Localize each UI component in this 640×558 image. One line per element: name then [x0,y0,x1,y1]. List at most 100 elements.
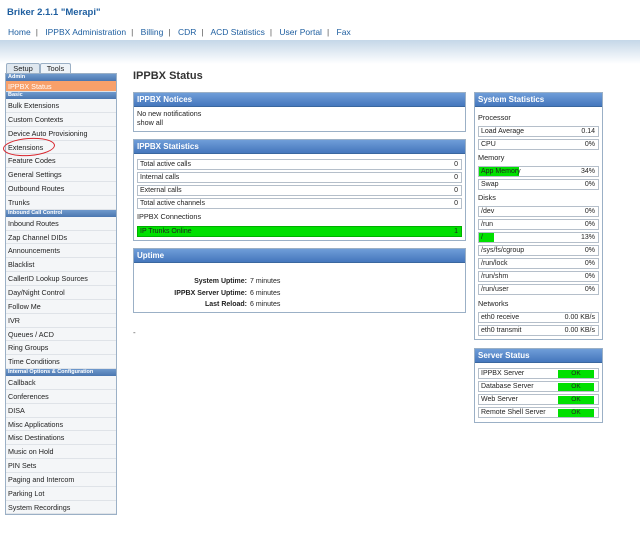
sidebar: Setup Tools Admin IPPBX Status Basic Bul… [2,63,117,516]
nav-ippbx-administration[interactable]: IPPBX Administration [45,27,126,37]
stat-row-total-active-channels: Total active channels 0 [137,198,462,209]
menu-item-announcements[interactable]: Announcements [6,244,116,259]
menu-item-device-auto-provisioning[interactable]: Device Auto Provisioning [6,126,116,141]
menu-item-ivr[interactable]: IVR [6,313,116,328]
uptime-label: Last Reload: [204,301,247,308]
tab-setup[interactable]: Setup [6,63,40,73]
stat-label: /sys/fs/cgroup [481,247,525,254]
menu-item-blacklist[interactable]: Blacklist [6,258,116,273]
stat-row-disk-dev: /dev 0% [478,206,599,217]
nav-cdr[interactable]: CDR [178,27,196,37]
menu-item-misc-destinations[interactable]: Misc Destinations [6,431,116,446]
menu-item-callback[interactable]: Callback [6,376,116,390]
stat-row-disk-root: / 13% [478,232,599,243]
menu-item-callerid-lookup-sources[interactable]: CallerID Lookup Sources [6,272,116,286]
stat-label: eth0 receive [481,314,520,321]
stat-value: 1 [454,228,458,235]
server-status-panel: Server Status IPPBX Server OK Database Se… [474,348,603,423]
stat-value: 0% [584,181,595,188]
menu-item-trunks[interactable]: Trunks [6,195,116,210]
server-row-web: Web Server OK [478,394,599,405]
menu-section-header: Inbound Call Control [6,209,116,217]
status-badge: OK [558,370,594,378]
menu-item-system-recordings[interactable]: System Recordings [6,500,116,515]
sidebar-menu: Admin IPPBX Status Basic Bulk Extensions… [2,73,117,516]
stat-row-swap: Swap 0% [478,179,599,190]
stat-label: Total active calls [140,161,191,168]
menu-item-bulk-extensions[interactable]: Bulk Extensions [6,99,116,113]
menu-item-music-on-hold[interactable]: Music on Hold [6,445,116,460]
stat-value: 34% [580,168,595,175]
menu-section-header: Basic [6,92,116,99]
memory-label: Memory [478,153,505,162]
menu-item-time-conditions[interactable]: Time Conditions [6,355,116,370]
system-statistics-panel: System Statistics Processor Load Average… [474,92,603,340]
server-row-ippbx: IPPBX Server OK [478,368,599,379]
stat-row-ip-trunks-online: IP Trunks Online 1 [137,226,462,237]
nav-separator: | [201,27,204,37]
app-title: Briker 2.1.1 "Merapi" [7,7,101,18]
menu-item-queues-acd[interactable]: Queues / ACD [6,327,116,342]
show-all-link[interactable]: show all [137,118,462,128]
menu-item-conferences[interactable]: Conferences [6,389,116,404]
nav-acd-statistics[interactable]: ACD Statistics [211,27,265,37]
menu-item-follow-me[interactable]: Follow Me [6,299,116,314]
menu-section-header: Internal Options & Configuration [6,369,116,377]
uptime-label: System Uptime: [194,278,247,285]
menu-item-parking-lot[interactable]: Parking Lot [6,486,116,501]
menu-item-paging-and-intercom[interactable]: Paging and Intercom [6,472,116,487]
menu-item-feature-codes[interactable]: Feature Codes [6,154,116,169]
server-row-remote-shell: Remote Shell Server OK [478,407,599,418]
nav-separator: | [131,27,134,37]
menu-item-ring-groups[interactable]: Ring Groups [6,341,116,356]
processor-label: Processor [478,113,511,122]
stat-row-eth0-transmit: eth0 transmit 0.00 KB/s [478,325,599,336]
menu-item-misc-applications[interactable]: Misc Applications [6,417,116,432]
nav-separator: | [326,27,330,37]
sidebar-tabs: Setup Tools [5,63,117,73]
stat-label: /dev [481,208,495,215]
stat-label: Total active channels [140,200,205,207]
stat-row-external-calls: External calls 0 [137,185,462,196]
menu-item-zap-channel-dids[interactable]: Zap Channel DIDs [6,230,116,245]
menu-item-pin-sets[interactable]: PIN Sets [6,459,116,473]
stat-row-app-memory: App Memory 34% [478,166,599,177]
ippbx-connections-label: IPPBX Connections [137,212,202,221]
menu-item-extensions[interactable]: Extensions [2,135,116,158]
stat-row-disk-run-user: /run/user 0% [478,284,599,295]
nav-billing[interactable]: Billing [141,27,164,37]
stat-label: /run/shm [481,273,509,280]
stat-row-disk-run: /run 0% [478,219,599,230]
stat-label: Swap [481,181,499,188]
nav-fax[interactable]: Fax [337,27,351,37]
stat-label: IP Trunks Online [140,228,192,235]
stat-value: 0% [584,286,595,293]
server-label: IPPBX Server [481,370,525,377]
stat-label: /run [481,221,494,228]
stat-label: CPU [481,141,496,148]
tab-tools[interactable]: Tools [40,63,71,73]
stat-value: 0.00 KB/s [564,327,595,334]
stat-value: 0 [454,161,458,168]
notices-title: IPPBX Notices [134,93,465,107]
menu-item-disa[interactable]: DISA [6,403,116,418]
nav-home[interactable]: Home [8,27,31,37]
stat-value: 0 [454,200,458,207]
stat-row-load-average: Load Average 0.14 [478,126,599,137]
server-label: Web Server [481,396,518,403]
menu-item-inbound-routes[interactable]: Inbound Routes [6,216,116,231]
stat-label: eth0 transmit [481,327,522,334]
menu-item-ippbx-status[interactable]: IPPBX Status [6,81,116,92]
menu-item-outbound-routes[interactable]: Outbound Routes [6,182,116,196]
stat-label: App Memory [481,168,521,175]
server-label: Remote Shell Server [481,409,546,416]
menu-section-header: Admin [6,74,116,81]
footnote-mark: - [133,328,136,337]
notices-body: No new notifications show all [134,107,465,130]
menu-item-general-settings[interactable]: General Settings [6,168,116,183]
stat-row-eth0-receive: eth0 receive 0.00 KB/s [478,312,599,323]
menu-item-custom-contexts[interactable]: Custom Contexts [6,112,116,127]
nav-user-portal[interactable]: User Portal [279,27,322,37]
uptime-value: 7 minutes [250,278,281,285]
menu-item-day-night-control[interactable]: Day/Night Control [6,285,116,300]
